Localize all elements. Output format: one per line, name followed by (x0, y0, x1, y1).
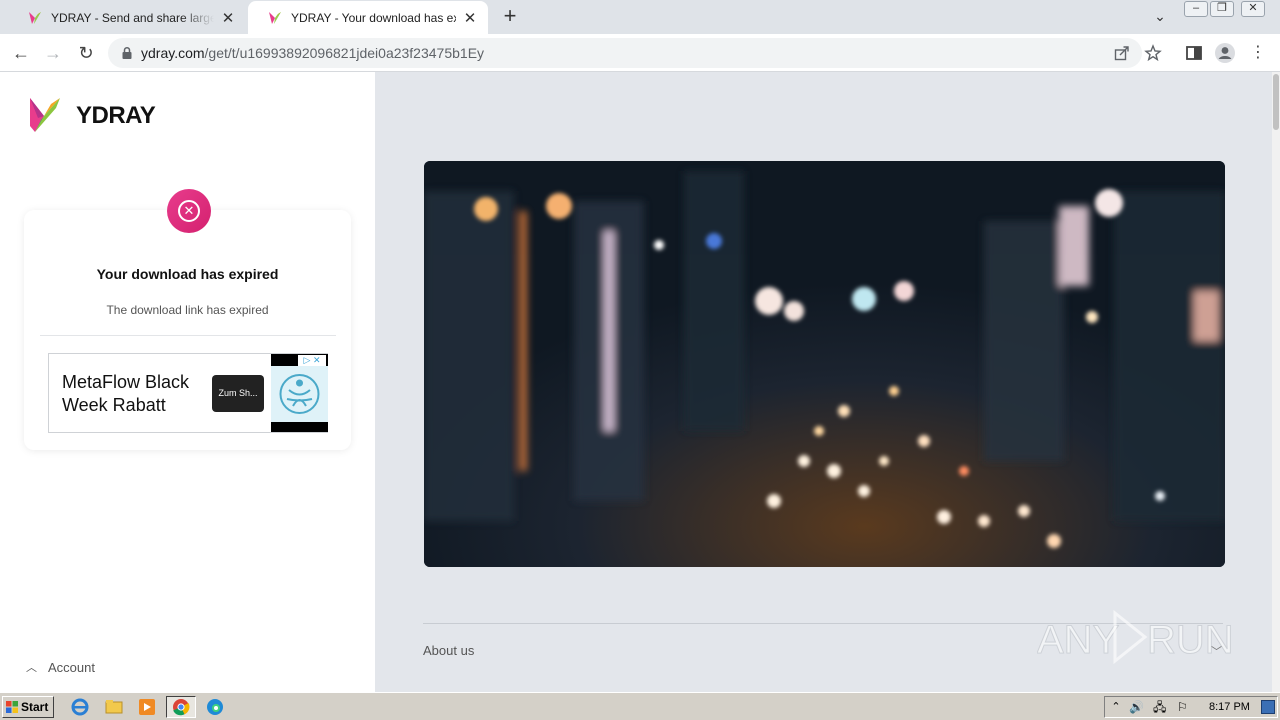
windows-taskbar: Start ⌃ 🔊 🖧 ⚐ 8:17 PM (0, 692, 1280, 720)
close-window-button[interactable]: ✕ (1241, 1, 1265, 17)
folder-icon[interactable] (101, 696, 127, 718)
tab-title: YDRAY - Send and share large and big (51, 10, 214, 25)
menu-icon[interactable]: ⋮ (1247, 42, 1269, 64)
reload-icon[interactable]: ↻ (73, 40, 99, 66)
share-icon[interactable] (1113, 44, 1131, 62)
adchoices-icon[interactable]: ▷ ✕ (298, 355, 326, 366)
status-subtitle: The download link has expired (106, 303, 269, 317)
address-bar[interactable]: ydray.com/get/t/u16993892096821jdei0a23f… (108, 38, 1162, 68)
brand-name: YDRAY (76, 102, 156, 129)
url-text: ydray.com/get/t/u16993892096821jdei0a23f… (141, 45, 484, 61)
star-icon[interactable] (1144, 44, 1162, 62)
status-title: Your download has expired (96, 266, 279, 282)
browser-toolbar: ← → ↻ ydray.com/get/t/u16993892096821jde… (0, 34, 1280, 72)
url-path: /get/t/u16993892096821jdei0a23f23475b1Ey (204, 45, 485, 61)
tab-close-icon[interactable]: ✕ (462, 9, 478, 27)
back-arrow-icon[interactable]: ← (8, 40, 34, 66)
ie-icon[interactable] (67, 696, 93, 718)
new-tab-button[interactable]: + (497, 4, 523, 30)
windows-flag-icon (6, 701, 18, 713)
page-scrollbar[interactable] (1272, 72, 1280, 692)
ad-logo-icon (279, 374, 320, 414)
clock[interactable]: 8:17 PM (1209, 701, 1250, 713)
card-divider (40, 335, 336, 336)
tab-ydray-expired[interactable]: YDRAY - Your download has expired ✕ (248, 1, 488, 34)
ad-cta-button[interactable]: Zum Sh... (212, 375, 264, 412)
sidepanel-icon[interactable] (1183, 42, 1205, 64)
svg-text:RUN: RUN (1147, 618, 1234, 662)
chevron-up-icon: ︿ (26, 662, 37, 674)
tab-title: YDRAY - Your download has expired (291, 10, 456, 25)
about-us-link[interactable]: About us (423, 643, 474, 658)
tab-ydray-send[interactable]: YDRAY - Send and share large and big ✕ (8, 1, 246, 34)
error-badge: ✕ (167, 189, 211, 233)
ydray-logo (30, 98, 60, 132)
edge-icon[interactable] (202, 696, 228, 718)
ydray-favicon (29, 11, 41, 24)
forward-arrow-icon[interactable]: → (40, 40, 66, 66)
start-label: Start (21, 700, 49, 714)
media-player-icon[interactable] (134, 696, 160, 718)
tab-close-icon[interactable]: ✕ (220, 9, 236, 27)
url-host: ydray.com (141, 45, 205, 61)
volume-icon[interactable]: 🔊 (1129, 700, 1144, 714)
account-label: Account (48, 659, 95, 675)
action-center-flag-icon[interactable]: ⚐ (1177, 700, 1191, 714)
chrome-taskbar-button[interactable] (166, 696, 196, 718)
ydray-favicon (269, 11, 281, 24)
right-panel: About us ﹀ ANY RUN (375, 72, 1272, 692)
svg-text:ANY: ANY (1037, 618, 1119, 662)
network-icon[interactable]: 🖧 (1153, 700, 1167, 714)
ad-headline[interactable]: MetaFlow Black Week Rabatt (62, 371, 207, 417)
chrome-icon (173, 699, 190, 716)
ad-banner[interactable]: MetaFlow Black Week Rabatt Zum Sh... ▷ ✕ (48, 353, 328, 433)
profile-icon[interactable] (1214, 42, 1236, 64)
account-toggle[interactable]: ︿ Account (26, 659, 95, 675)
minimize-button[interactable]: – (1184, 1, 1208, 17)
anyrun-watermark: ANY RUN (1037, 609, 1234, 665)
tab-search-chevron-icon[interactable]: ⌄ (1150, 8, 1170, 26)
left-panel: YDRAY ✕ Your download has expired The do… (0, 72, 375, 692)
tab-strip: YDRAY - Send and share large and big ✕ Y… (0, 0, 1280, 34)
hero-image-city-night (424, 161, 1225, 567)
system-tray: ⌃ 🔊 🖧 ⚐ 8:17 PM (1104, 696, 1278, 718)
error-x-icon: ✕ (178, 200, 200, 222)
scrollbar-thumb[interactable] (1273, 74, 1279, 130)
lock-icon (122, 46, 132, 59)
start-button[interactable]: Start (2, 696, 54, 718)
show-desktop-icon[interactable] (1261, 700, 1275, 714)
restore-button[interactable]: ❐ (1210, 1, 1234, 17)
tray-expand-icon[interactable]: ⌃ (1109, 700, 1123, 714)
